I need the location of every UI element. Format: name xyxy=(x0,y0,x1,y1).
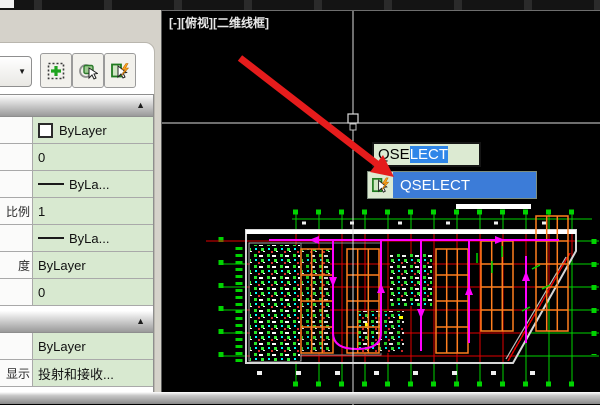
section-header-3d-effects[interactable]: ▲ xyxy=(0,311,153,333)
select-objects-button[interactable] xyxy=(40,53,72,88)
property-row-color[interactable]: ByLayer xyxy=(0,117,153,144)
quick-select-button[interactable] xyxy=(72,53,104,88)
property-value[interactable]: ByLa... xyxy=(33,171,153,197)
property-row-transparency[interactable]: 度 ByLayer xyxy=(0,252,153,279)
property-label xyxy=(0,144,33,170)
property-label: 比例 xyxy=(0,198,33,224)
window-top-toolbar-strip xyxy=(0,0,600,10)
chevron-down-icon: ▼ xyxy=(18,67,26,76)
collapse-icon[interactable]: ▲ xyxy=(136,99,145,111)
property-row-layer[interactable]: 0 xyxy=(0,144,153,171)
quick-select-icon xyxy=(372,177,390,193)
property-row-lineweight[interactable]: ByLa... xyxy=(0,225,153,252)
property-row-linetype-scale[interactable]: 比例 1 xyxy=(0,198,153,225)
property-value[interactable]: 1 xyxy=(33,198,153,224)
drawing-canvas[interactable]: [-][俯视][二维线框] xyxy=(161,10,600,405)
window-bottom-strip xyxy=(0,392,600,404)
property-value[interactable]: ByLayer xyxy=(33,252,153,278)
window-corner-chip xyxy=(0,0,14,8)
property-value[interactable]: 投射和接收... xyxy=(33,360,153,386)
property-label xyxy=(0,279,33,305)
viewport-controls-label[interactable]: [-][俯视][二维线框] xyxy=(169,14,269,31)
collapse-icon[interactable]: ▲ xyxy=(136,315,145,327)
color-swatch-icon xyxy=(38,122,53,138)
property-row-thickness[interactable]: 0 xyxy=(0,279,153,306)
property-value[interactable]: ByLa... xyxy=(33,225,153,251)
property-row-material[interactable]: ByLayer xyxy=(0,333,153,360)
command-typed-text: QSE xyxy=(378,146,410,163)
property-value[interactable]: ByLayer xyxy=(33,333,153,359)
command-autocomplete-selection: LECT xyxy=(409,146,449,163)
select-objects-icon xyxy=(47,62,65,79)
quick-select-cursor-icon xyxy=(79,63,98,80)
quick-select-lightning-icon xyxy=(111,62,130,79)
property-label: 度 xyxy=(0,252,33,278)
properties-palette: ▼ ▲ ByLayer 0 ByLa... 比例 1 ByLa... 度 ByL… xyxy=(0,10,161,404)
autocomplete-item-icon-cell xyxy=(368,172,393,198)
property-label xyxy=(0,171,33,197)
property-label xyxy=(0,117,33,143)
property-label xyxy=(0,225,33,251)
autocomplete-item-qselect[interactable]: QSELECT xyxy=(393,172,536,198)
section-header-general[interactable]: ▲ xyxy=(0,95,153,117)
toggle-pickadd-button[interactable] xyxy=(104,53,136,88)
property-label xyxy=(0,333,33,359)
property-label: 显示 xyxy=(0,360,33,386)
autocomplete-menu[interactable]: QSELECT xyxy=(367,171,537,199)
object-type-combobox[interactable]: ▼ xyxy=(0,56,32,87)
lineweight-preview-icon xyxy=(38,237,64,239)
property-value[interactable]: 0 xyxy=(33,279,153,305)
linetype-preview-icon xyxy=(38,183,64,185)
property-row-linetype[interactable]: ByLa... xyxy=(0,171,153,198)
property-row-shadow-display[interactable]: 显示 投射和接收... xyxy=(0,360,153,387)
property-value[interactable]: ByLayer xyxy=(33,117,153,143)
floor-plan-drawing xyxy=(162,11,600,405)
property-value[interactable]: 0 xyxy=(33,144,153,170)
properties-table: ▲ ByLayer 0 ByLa... 比例 1 ByLa... 度 ByLay… xyxy=(0,94,154,396)
command-input[interactable]: QSE LECT xyxy=(372,142,481,167)
detail-clutter xyxy=(250,245,432,361)
pickbox xyxy=(347,113,359,124)
